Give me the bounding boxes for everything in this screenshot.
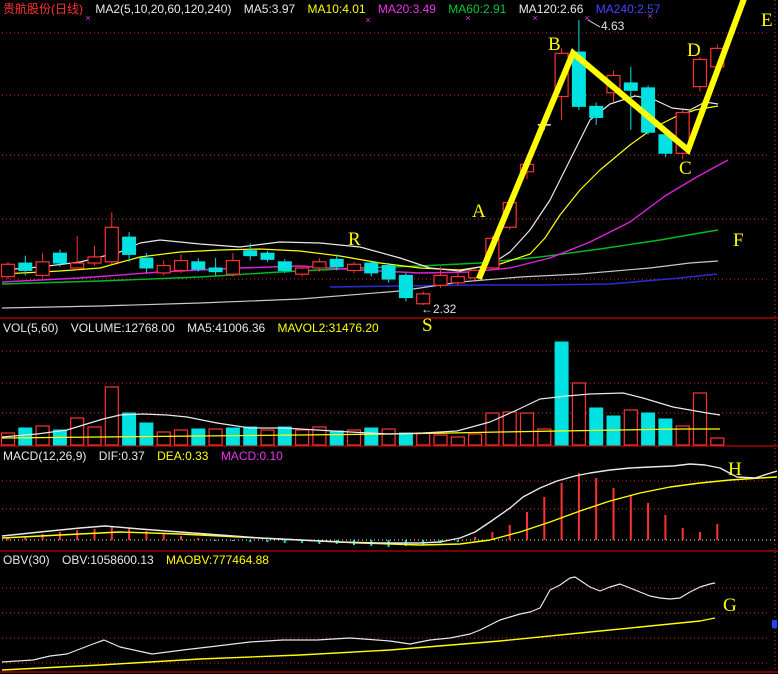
obv-indicator-label: OBV(30) [3, 553, 50, 567]
ma20-value: MA20:3.49 [378, 2, 436, 16]
ma120-value: MA120:2.66 [519, 2, 584, 16]
macd-value: MACD:0.10 [221, 449, 283, 463]
label-letter-G: G [723, 595, 737, 616]
label-letter-H: H [728, 459, 742, 480]
main-chart-header: 贵航股份(日线) MA2(5,10,20,60,120,240) MA5:3.9… [3, 2, 669, 16]
annotations-layer: ABCDEFRSGH4.63←2.32×××××× [85, 10, 777, 628]
volume-value: VOLUME:12768.00 [71, 321, 175, 335]
macd-layer [2, 464, 777, 547]
label-letter-A: A [472, 201, 486, 222]
obv-panel-header: OBV(30) OBV:1058600.13 MAOBV:777464.88 [3, 553, 278, 567]
label-letter-B: B [548, 34, 561, 55]
volume-layer [2, 342, 724, 445]
vol-indicator-label: VOL(5,60) [3, 321, 58, 335]
obv-layer [2, 577, 715, 670]
stock-chart-window: ABCDEFRSGH4.63←2.32×××××× 贵航股份(日线) MA2(5… [0, 0, 778, 674]
macd-panel-header: MACD(12,26,9) DIF:0.37 DEA:0.33 MACD:0.1… [3, 449, 292, 463]
macd-indicator-label: MACD(12,26,9) [3, 449, 86, 463]
moving-averages-layer [2, 96, 728, 308]
panel-separators [0, 318, 778, 672]
ma-params-label: MA2(5,10,20,60,120,240) [95, 2, 231, 16]
obv-value: OBV:1058600.13 [62, 553, 154, 567]
maobv-value: MAOBV:777464.88 [166, 553, 269, 567]
stock-title: 贵航股份(日线) [3, 2, 83, 16]
label-letter-D: D [687, 40, 701, 61]
candles-layer [2, 20, 724, 305]
low-price-annotation: ←2.32 [421, 302, 457, 316]
label-letter-F: F [733, 230, 744, 251]
label-letter-E: E [761, 10, 773, 31]
dea-value: DEA:0.33 [157, 449, 208, 463]
ma240-value: MA240:2.57 [596, 2, 661, 16]
high-price-annotation: 4.63 [601, 19, 625, 33]
right-edge-blue-marker [772, 620, 777, 628]
gridlines-layer [2, 0, 777, 672]
chart-canvas[interactable]: ABCDEFRSGH4.63←2.32×××××× [0, 0, 778, 674]
label-letter-R: R [348, 229, 361, 250]
ma60-value: MA60:2.91 [448, 2, 506, 16]
ma5-value: MA5:3.97 [244, 2, 295, 16]
event-x-marker: × [365, 15, 370, 25]
vol-mavol2-value: MAVOL2:31476.20 [278, 321, 379, 335]
ma10-value: MA10:4.01 [308, 2, 366, 16]
vol-ma5-value: MA5:41006.36 [187, 321, 265, 335]
volume-panel-header: VOL(5,60) VOLUME:12768.00 MA5:41006.36 M… [3, 321, 388, 335]
label-letter-C: C [679, 158, 692, 179]
label-letter-S: S [422, 315, 433, 336]
trendline-abcde [480, 0, 745, 276]
dif-value: DIF:0.37 [99, 449, 145, 463]
